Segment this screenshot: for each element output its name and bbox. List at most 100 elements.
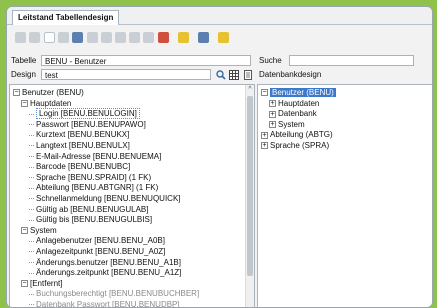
tree-node-label: Hauptdaten xyxy=(30,98,72,108)
tree-node-label: Sprache (SPRA) xyxy=(270,141,330,150)
tree-node[interactable]: Sprache [BENU.SPRAID] (1 FK) xyxy=(29,172,151,183)
open-icon[interactable] xyxy=(72,32,83,43)
tree-node-label: E-Mail-Adresse [BENU.BENUEMA] xyxy=(36,151,162,161)
grid-icon[interactable] xyxy=(87,32,98,43)
tree-node-label: Sprache [BENU.SPRAID] (1 FK) xyxy=(36,172,152,182)
suche-input[interactable] xyxy=(289,55,414,66)
tree-node-label: Langtext [BENU.BENULX] xyxy=(36,141,130,150)
tree-node-label: Abteilung [BENU.ABTGNR] (1 FK) xyxy=(36,183,159,193)
pen-icon[interactable] xyxy=(178,32,189,43)
datenbankdesign-tree-panel: − Benutzer (BENU) + Hauptdaten + Datenbank + Sy… xyxy=(257,84,432,307)
tree-node-label: Schnellanmeldung [BENU.BENUQUICK] xyxy=(36,194,181,203)
tree-node[interactable]: + Hauptdaten xyxy=(269,98,319,109)
table-icon[interactable] xyxy=(29,32,40,43)
collapse-icon[interactable]: − xyxy=(261,89,268,97)
document-icon[interactable] xyxy=(243,70,253,80)
tree-connector xyxy=(29,304,34,306)
tree-node[interactable]: Schnellanmeldung [BENU.BENUQUICK] xyxy=(29,193,181,204)
tree-node[interactable]: Login [BENU.BENULOGIN] xyxy=(29,108,140,120)
tab-bar: Leitstand Tabellendesign xyxy=(7,7,432,25)
tree-connector xyxy=(29,134,34,136)
expand-icon[interactable]: + xyxy=(269,121,276,129)
tree-node-label: System xyxy=(278,119,305,129)
tree-node[interactable]: + Sprache (SPRA) xyxy=(261,140,329,151)
tree-connector xyxy=(29,166,34,168)
expand-icon[interactable]: + xyxy=(261,131,268,139)
scroll-up-arrow-icon[interactable]: ^ xyxy=(246,85,254,95)
arrow-up-icon[interactable] xyxy=(115,32,126,43)
save-icon[interactable] xyxy=(158,32,169,43)
tree-node-label: Datenbank Passwort [BENU.BENUDBP] xyxy=(36,300,180,308)
tree-node[interactable]: Langtext [BENU.BENULX] xyxy=(29,140,130,151)
tree-connector xyxy=(29,145,34,147)
collapse-icon[interactable]: − xyxy=(13,89,20,97)
tree-connector xyxy=(29,177,34,179)
tree-node[interactable]: Änderungs.zeitpunkt [BENU.BENU_A1Z] xyxy=(29,267,181,278)
toolbar xyxy=(15,29,265,49)
tree-connector xyxy=(29,208,34,210)
tree-node-label: Änderungs.benutzer [BENU.BENU_A1B] xyxy=(36,257,181,267)
design-field[interactable]: test xyxy=(41,69,211,80)
arrow-down-icon[interactable] xyxy=(129,32,140,43)
tree-node-label: Benutzer (BENU) xyxy=(270,88,336,97)
tree-node[interactable]: Änderungs.benutzer [BENU.BENU_A1B] xyxy=(29,257,181,268)
record-icon[interactable] xyxy=(58,32,69,43)
expand-icon[interactable]: + xyxy=(261,142,268,150)
tree-connector xyxy=(29,251,34,253)
tree-node[interactable]: Anlagebenutzer [BENU.BENU_A0B] xyxy=(29,235,165,246)
tree-node-label: Datenbank xyxy=(278,109,317,119)
tree-node[interactable]: Barcode [BENU.BENUBC] xyxy=(29,161,130,172)
tree-node-label: Login [BENU.BENULOGIN] xyxy=(36,108,140,120)
search-icon[interactable] xyxy=(216,70,226,80)
left-tree-scrollbar[interactable]: ^ xyxy=(245,85,254,307)
tree-node[interactable]: − [Entfernt] xyxy=(21,278,62,289)
tree-node[interactable]: − Hauptdaten xyxy=(21,98,71,109)
tree-connector xyxy=(29,272,34,274)
tree-connector xyxy=(29,113,34,115)
tabelle-field[interactable]: BENU - Benutzer xyxy=(41,55,251,66)
tree-node[interactable]: − Benutzer (BENU) xyxy=(261,87,336,98)
tree-node[interactable]: − System xyxy=(21,225,57,236)
tree-node[interactable]: + System xyxy=(269,119,305,130)
expand-icon[interactable]: + xyxy=(269,99,276,107)
tab-leitstand-tabellendesign[interactable]: Leitstand Tabellendesign xyxy=(12,10,120,25)
paint-icon[interactable] xyxy=(198,32,209,43)
collapse-icon[interactable]: − xyxy=(21,99,28,107)
tree-node-label: [Entfernt] xyxy=(30,278,63,288)
list-icon[interactable] xyxy=(101,32,112,43)
tree-node[interactable]: + Datenbank xyxy=(269,108,317,119)
tree-connector xyxy=(29,124,34,126)
tree-node[interactable]: Kurztext [BENU.BENUKX] xyxy=(29,129,129,140)
table-grid-icon[interactable] xyxy=(229,70,239,80)
search-icon[interactable] xyxy=(15,32,26,43)
tree-node-label: Gültig bis [BENU.BENUGULBIS] xyxy=(36,215,153,225)
tree-node-label: Hauptdaten xyxy=(278,98,320,108)
tree-node[interactable]: Anlagezeitpunkt [BENU.BENU_A0Z] xyxy=(29,246,165,257)
tree-node[interactable]: − Benutzer (BENU) xyxy=(13,87,84,98)
tree-node[interactable]: E-Mail-Adresse [BENU.BENUEMA] xyxy=(29,151,161,162)
scroll-thumb[interactable] xyxy=(247,96,253,276)
tree-node-label: Anlagebenutzer [BENU.BENU_A0B] xyxy=(36,236,165,246)
suche-label: Suche xyxy=(259,56,282,65)
tree-node-label: Gültig ab [BENU.BENUGULAB] xyxy=(36,204,149,214)
expand-icon[interactable]: + xyxy=(269,110,276,118)
tree-node[interactable]: Gültig ab [BENU.BENUGULAB] xyxy=(29,204,148,215)
tree-node[interactable]: Passwort [BENU.BENUPAWO] xyxy=(29,119,146,130)
tree-connector xyxy=(29,198,34,200)
tree-connector xyxy=(29,261,34,263)
tree-node[interactable]: + Abteilung (ABTG) xyxy=(261,129,333,140)
tabellendesign-window: Leitstand Tabellendesign Tabelle BENU - … xyxy=(6,6,433,308)
design-label: Design xyxy=(11,70,36,79)
refresh-icon[interactable] xyxy=(143,32,154,43)
page-icon[interactable] xyxy=(44,32,55,43)
tree-node[interactable]: Datenbank Passwort [BENU.BENUDBP] xyxy=(29,299,180,308)
tree-connector xyxy=(29,155,34,157)
design-tree-panel: − Benutzer (BENU) − Hauptdaten Login [BENU.B… xyxy=(9,84,255,308)
tree-node-label: Passwort [BENU.BENUPAWO] xyxy=(36,119,146,129)
tree-node[interactable]: Gültig bis [BENU.BENUGULBIS] xyxy=(29,214,152,225)
collapse-icon[interactable]: − xyxy=(21,227,28,235)
tree-node[interactable]: Abteilung [BENU.ABTGNR] (1 FK) xyxy=(29,182,158,193)
collapse-icon[interactable]: − xyxy=(21,280,28,288)
favorite-icon[interactable] xyxy=(218,32,229,43)
tree-node-label: Anlagezeitpunkt [BENU.BENU_A0Z] xyxy=(36,247,166,256)
